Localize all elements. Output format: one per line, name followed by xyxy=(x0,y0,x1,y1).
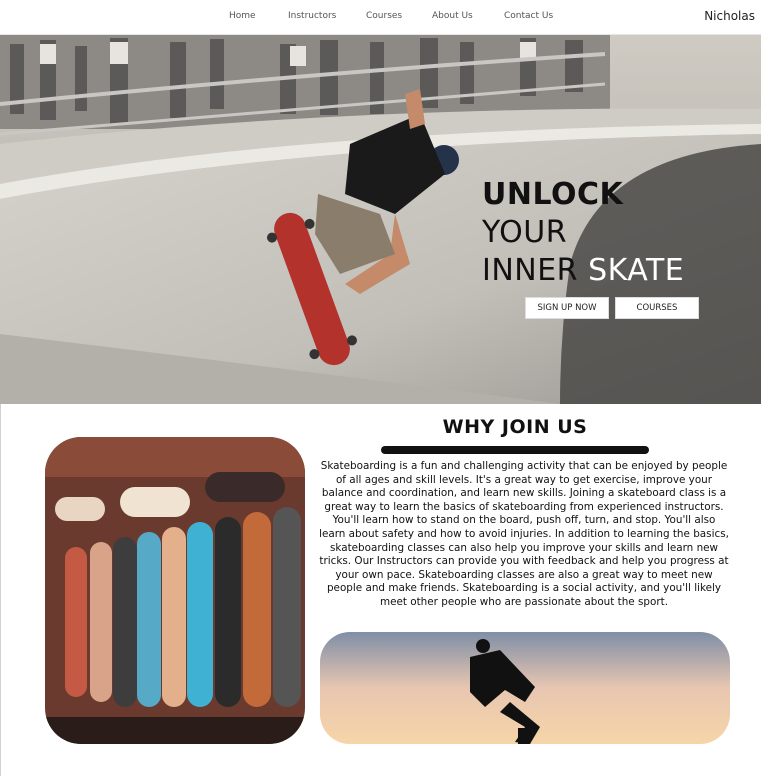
skateboard-wall-image xyxy=(45,437,305,744)
sunset-skater-image xyxy=(320,632,730,744)
headline-line-1: UNLOCK xyxy=(482,177,624,212)
why-join-title: WHY JOIN US xyxy=(442,416,588,438)
why-join-body: Skateboarding is a fun and challenging a… xyxy=(319,460,729,608)
courses-button[interactable]: COURSES xyxy=(615,297,699,319)
headline-inner-word: INNER xyxy=(482,253,579,288)
sign-up-button[interactable]: SIGN UP NOW xyxy=(525,297,609,319)
nav-home-link[interactable]: Home xyxy=(229,11,256,21)
hero-headline: UNLOCK YOUR INNER SKATE xyxy=(482,176,684,290)
headline-skate-word: SKATE xyxy=(588,253,685,288)
title-underline xyxy=(381,446,649,454)
page-divider xyxy=(0,404,1,776)
nav-contact-link[interactable]: Contact Us xyxy=(504,11,553,21)
top-nav: Home Instructors Courses About Us Contac… xyxy=(0,0,761,35)
headline-line-2: YOUR xyxy=(482,215,568,250)
nav-about-link[interactable]: About Us xyxy=(432,11,473,21)
headline-line-3: INNER SKATE xyxy=(482,252,684,290)
nav-instructors-link[interactable]: Instructors xyxy=(288,11,336,21)
user-name[interactable]: Nicholas xyxy=(704,9,755,23)
hero-banner: UNLOCK YOUR INNER SKATE SIGN UP NOW COUR… xyxy=(0,34,761,404)
nav-courses-link[interactable]: Courses xyxy=(366,11,402,21)
